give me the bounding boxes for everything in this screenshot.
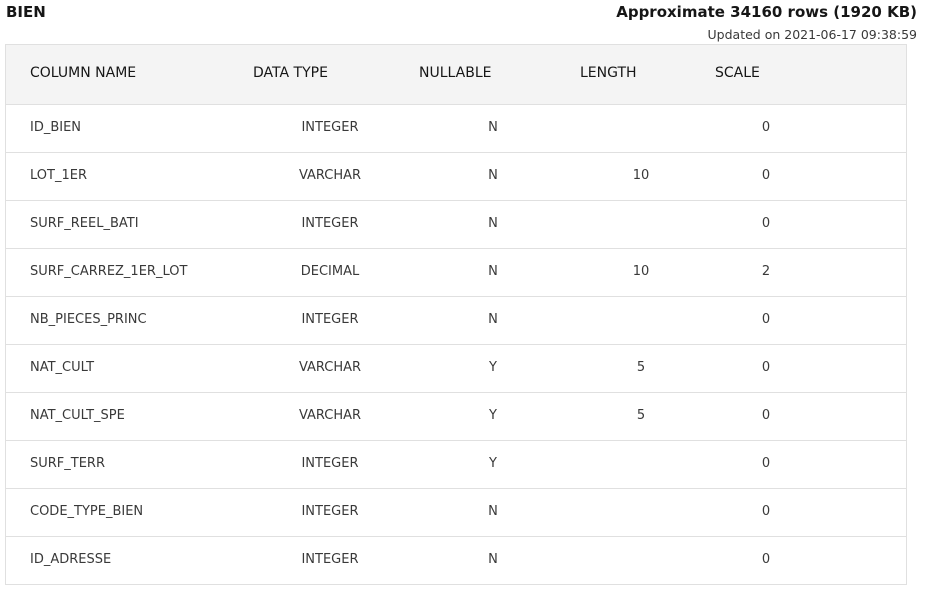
schema-table: COLUMN NAME DATA TYPE NULLABLE LENGTH SC… bbox=[5, 44, 907, 585]
cell-scale: 2 bbox=[761, 264, 771, 279]
cell-nullable: N bbox=[488, 552, 498, 567]
cell-nullable: Y bbox=[489, 408, 497, 423]
cell-column-name: ID_BIEN bbox=[30, 120, 82, 135]
table-row: SURF_REEL_BATI INTEGER N 0 bbox=[6, 201, 906, 249]
cell-data-type: INTEGER bbox=[301, 120, 359, 135]
cell-nullable: Y bbox=[489, 360, 497, 375]
cell-scale: 0 bbox=[761, 504, 771, 519]
cell-scale: 0 bbox=[761, 168, 771, 183]
table-header: COLUMN NAME DATA TYPE NULLABLE LENGTH SC… bbox=[6, 45, 906, 105]
cell-column-name: SURF_REEL_BATI bbox=[30, 216, 139, 231]
cell-column-name: NB_PIECES_PRINC bbox=[30, 312, 147, 327]
cell-length: 5 bbox=[636, 360, 646, 375]
cell-length: 10 bbox=[632, 168, 650, 183]
cell-data-type: DECIMAL bbox=[300, 264, 360, 279]
table-row: SURF_TERR INTEGER Y 0 bbox=[6, 441, 906, 489]
cell-nullable: N bbox=[488, 264, 498, 279]
cell-data-type: VARCHAR bbox=[298, 360, 362, 375]
table-row: NAT_CULT VARCHAR Y 5 0 bbox=[6, 345, 906, 393]
header-nullable[interactable]: NULLABLE bbox=[419, 65, 491, 81]
cell-nullable: N bbox=[488, 120, 498, 135]
cell-scale: 0 bbox=[761, 360, 771, 375]
cell-data-type: VARCHAR bbox=[298, 408, 362, 423]
table-name: BIEN bbox=[6, 3, 46, 21]
table-row: LOT_1ER VARCHAR N 10 0 bbox=[6, 153, 906, 201]
cell-data-type: INTEGER bbox=[301, 216, 359, 231]
cell-scale: 0 bbox=[761, 312, 771, 327]
cell-column-name: LOT_1ER bbox=[30, 168, 87, 183]
cell-nullable: N bbox=[488, 168, 498, 183]
cell-data-type: INTEGER bbox=[301, 552, 359, 567]
table-row: ID_BIEN INTEGER N 0 bbox=[6, 105, 906, 153]
cell-data-type: INTEGER bbox=[301, 312, 359, 327]
table-row: CODE_TYPE_BIEN INTEGER N 0 bbox=[6, 489, 906, 537]
cell-nullable: N bbox=[488, 504, 498, 519]
cell-column-name: SURF_TERR bbox=[30, 456, 105, 471]
table-row: NAT_CULT_SPE VARCHAR Y 5 0 bbox=[6, 393, 906, 441]
cell-scale: 0 bbox=[761, 552, 771, 567]
header-data-type[interactable]: DATA TYPE bbox=[253, 65, 328, 81]
table-row: SURF_CARREZ_1ER_LOT DECIMAL N 10 2 bbox=[6, 249, 906, 297]
cell-data-type: INTEGER bbox=[301, 456, 359, 471]
row-count-summary: Approximate 34160 rows (1920 KB) bbox=[616, 3, 917, 21]
cell-column-name: ID_ADRESSE bbox=[30, 552, 112, 567]
header-column-name[interactable]: COLUMN NAME bbox=[30, 65, 136, 81]
cell-scale: 0 bbox=[761, 456, 771, 471]
table-body: ID_BIEN INTEGER N 0 LOT_1ER VARCHAR N 10… bbox=[6, 105, 906, 585]
table-row: NB_PIECES_PRINC INTEGER N 0 bbox=[6, 297, 906, 345]
table-row: ID_ADRESSE INTEGER N 0 bbox=[6, 537, 906, 585]
cell-nullable: Y bbox=[489, 456, 497, 471]
cell-column-name: CODE_TYPE_BIEN bbox=[30, 504, 144, 519]
cell-length: 5 bbox=[636, 408, 646, 423]
updated-timestamp: Updated on 2021-06-17 09:38:59 bbox=[707, 27, 917, 42]
cell-length: 10 bbox=[632, 264, 650, 279]
header-length[interactable]: LENGTH bbox=[580, 65, 637, 81]
cell-scale: 0 bbox=[761, 408, 771, 423]
header-scale[interactable]: SCALE bbox=[715, 65, 760, 81]
cell-nullable: N bbox=[488, 216, 498, 231]
cell-column-name: NAT_CULT_SPE bbox=[30, 408, 125, 423]
cell-data-type: INTEGER bbox=[301, 504, 359, 519]
cell-column-name: NAT_CULT bbox=[30, 360, 95, 375]
cell-column-name: SURF_CARREZ_1ER_LOT bbox=[30, 264, 188, 279]
cell-nullable: N bbox=[488, 312, 498, 327]
cell-data-type: VARCHAR bbox=[298, 168, 362, 183]
cell-scale: 0 bbox=[761, 216, 771, 231]
cell-scale: 0 bbox=[761, 120, 771, 135]
